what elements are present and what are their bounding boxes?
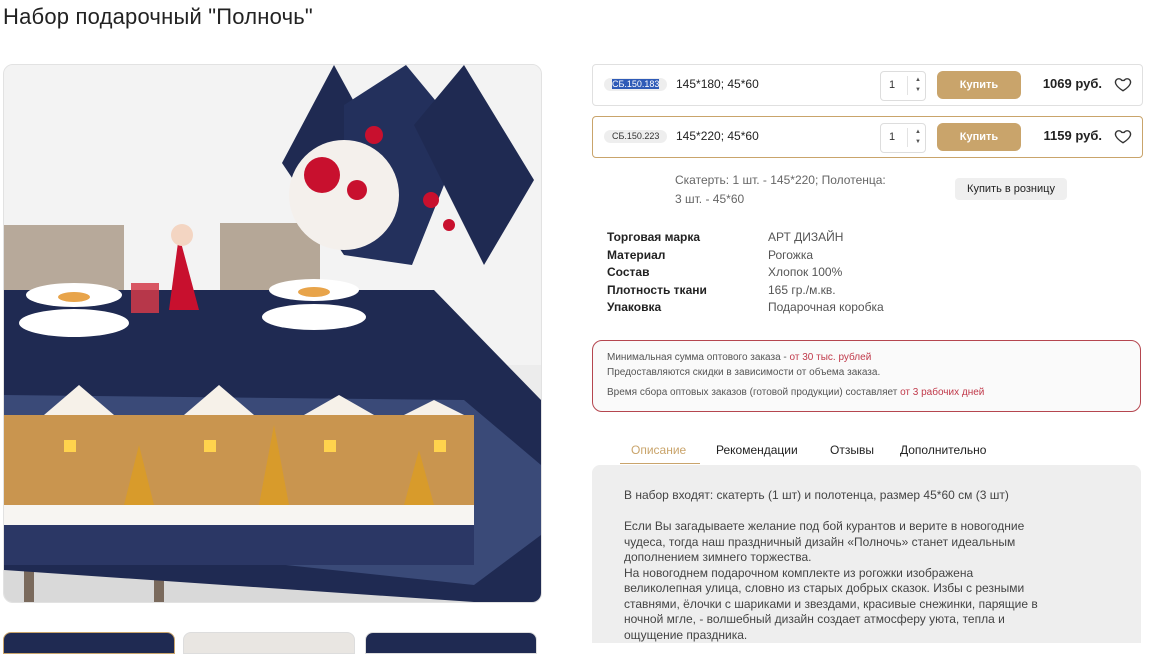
heart-icon[interactable]	[1114, 75, 1132, 93]
tab-description[interactable]: Описание	[631, 443, 686, 457]
thumbnail-2[interactable]	[183, 632, 355, 654]
heart-icon[interactable]	[1114, 127, 1132, 145]
variant-size: 145*180; 45*60	[676, 77, 759, 91]
tab-additional[interactable]: Дополнительно	[900, 443, 986, 457]
stepper-divider	[907, 76, 908, 95]
page-title: Набор подарочный "Полночь"	[3, 4, 313, 29]
variant-price: 1069 руб.	[1042, 76, 1102, 91]
tab-recommendations[interactable]: Рекомендации	[716, 443, 798, 457]
spec-row: Плотность ткани 165 гр./м.кв.	[607, 282, 836, 297]
wholesale-discounts: Предоставляются скидки в зависимости от …	[607, 367, 881, 378]
thumbnail-3[interactable]	[365, 632, 537, 654]
description-panel: В набор входят: скатерть (1 шт) и полоте…	[592, 465, 1141, 643]
spec-row: Торговая марка АРТ ДИЗАЙН	[607, 230, 844, 244]
quantity-stepper[interactable]: 1 ▲ ▼	[880, 123, 926, 153]
spec-row: Состав Хлопок 100%	[607, 265, 843, 279]
quantity-stepper[interactable]: 1 ▲ ▼	[880, 71, 926, 101]
chevron-down-icon[interactable]: ▼	[915, 139, 921, 145]
product-specs: Торговая марка АРТ ДИЗАЙН Материал Рогожка…	[607, 230, 1007, 318]
variant-row: СБ.150.223 145*220; 45*60 1 ▲ ▼ Купить 1…	[592, 116, 1143, 158]
variant-row: СБ.150.183 145*180; 45*60 1 ▲ ▼ Купить 1…	[592, 64, 1143, 106]
buy-button[interactable]: Купить	[937, 123, 1021, 151]
tab-reviews[interactable]: Отзывы	[830, 443, 874, 457]
variant-price: 1159 руб.	[1043, 128, 1102, 143]
buy-retail-button[interactable]: Купить в розницу	[955, 178, 1067, 200]
description-set-contents: В набор входят: скатерть (1 шт) и полоте…	[624, 488, 1009, 502]
chevron-down-icon[interactable]: ▼	[915, 87, 921, 93]
active-tab-underline	[620, 463, 700, 464]
buy-button[interactable]: Купить	[937, 71, 1021, 99]
chevron-up-icon[interactable]: ▲	[915, 77, 921, 83]
description-text: Если Вы загадываете желание под бой кура…	[624, 519, 1038, 642]
chevron-up-icon[interactable]: ▲	[915, 129, 921, 135]
quantity-value[interactable]: 1	[889, 131, 895, 143]
wholesale-min-order: Минимальная сумма оптового заказа - от 3…	[607, 352, 872, 363]
variant-size: 145*220; 45*60	[676, 129, 759, 143]
stepper-divider	[907, 128, 908, 147]
spec-row: Материал Рогожка	[607, 247, 814, 262]
quantity-value[interactable]: 1	[889, 79, 895, 91]
sku-badge: СБ.150.223	[604, 130, 668, 143]
spec-row: Упаковка Подарочная коробка	[607, 300, 884, 314]
thumbnail-1[interactable]	[3, 632, 175, 654]
wholesale-notice: Минимальная сумма оптового заказа - от 3…	[592, 340, 1141, 412]
set-composition-note: Скатерть: 1 шт. - 145*220; Полотенца: 3 …	[675, 173, 886, 206]
product-main-image[interactable]	[3, 64, 542, 603]
wholesale-lead-time: Время сбора оптовых заказов (готовой про…	[607, 387, 985, 398]
sku-badge: СБ.150.183	[604, 78, 668, 91]
